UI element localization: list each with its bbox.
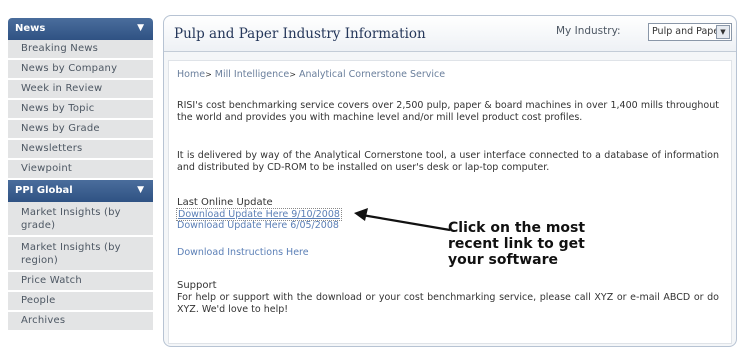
sidebar-item-week-in-review[interactable]: Week in Review xyxy=(8,80,153,100)
chevron-down-icon[interactable]: ▼ xyxy=(716,25,730,39)
sidebar-item-newsletters[interactable]: Newsletters xyxy=(8,140,153,160)
title-bar: Pulp and Paper Industry Information My I… xyxy=(164,16,736,52)
breadcrumb: Home> Mill Intelligence> Analytical Corn… xyxy=(177,69,445,80)
breadcrumb-separator: > xyxy=(289,70,296,79)
breadcrumb-current: Analytical Cornerstone Service xyxy=(298,69,446,80)
sidebar-item-archives[interactable]: Archives xyxy=(8,312,153,332)
breadcrumb-home[interactable]: Home xyxy=(177,69,205,80)
last-update-heading: Last Online Update xyxy=(177,197,273,208)
delivery-paragraph: It is delivered by way of the Analytical… xyxy=(177,150,719,173)
industry-select-value: Pulp and Paper xyxy=(652,26,724,37)
download-update-link-older[interactable]: Download Update Here 6/05/2008 xyxy=(177,220,339,231)
annotation-line: Click on the most xyxy=(448,220,586,236)
sidebar-item-people[interactable]: People xyxy=(8,292,153,312)
chevron-down-icon[interactable]: ▼ xyxy=(137,23,144,33)
main-panel: Pulp and Paper Industry Information My I… xyxy=(163,15,737,347)
support-heading: Support xyxy=(177,280,217,291)
annotation-line: your software xyxy=(448,252,559,268)
sidebar-item-viewpoint[interactable]: Viewpoint xyxy=(8,160,153,180)
sidebar-item-market-insights-region[interactable]: Market Insights (by region) xyxy=(8,237,153,272)
sidebar-item-market-insights-grade[interactable]: Market Insights (by grade) xyxy=(8,202,153,237)
sidebar-item-price-watch[interactable]: Price Watch xyxy=(8,272,153,292)
sidebar: News ▼ Breaking News News by Company Wee… xyxy=(8,18,153,332)
industry-label: My Industry: xyxy=(556,25,621,37)
breadcrumb-mill-intelligence[interactable]: Mill Intelligence xyxy=(215,69,289,80)
download-instructions-link[interactable]: Download Instructions Here xyxy=(177,247,309,258)
intro-paragraph: RISI's cost benchmarking service covers … xyxy=(177,100,719,123)
page-title: Pulp and Paper Industry Information xyxy=(174,26,426,42)
chevron-down-icon[interactable]: ▼ xyxy=(137,185,144,195)
sidebar-section-title: News xyxy=(15,23,46,34)
sidebar-item-news-by-grade[interactable]: News by Grade xyxy=(8,120,153,140)
support-paragraph: For help or support with the download or… xyxy=(177,292,719,315)
sidebar-section-title: PPI Global xyxy=(15,185,73,196)
sidebar-section-news[interactable]: News ▼ xyxy=(8,18,153,40)
annotation-arrow-icon xyxy=(354,208,451,232)
sidebar-item-news-by-topic[interactable]: News by Topic xyxy=(8,100,153,120)
sidebar-item-breaking-news[interactable]: Breaking News xyxy=(8,40,153,60)
sidebar-item-news-by-company[interactable]: News by Company xyxy=(8,60,153,80)
industry-select[interactable]: Pulp and Paper ▼ xyxy=(648,23,732,41)
annotation-line: recent link to get xyxy=(448,236,585,252)
breadcrumb-separator: > xyxy=(205,70,212,79)
sidebar-section-ppi-global[interactable]: PPI Global ▼ xyxy=(8,180,153,202)
annotation-callout: Click on the most recent link to get you… xyxy=(448,220,618,268)
